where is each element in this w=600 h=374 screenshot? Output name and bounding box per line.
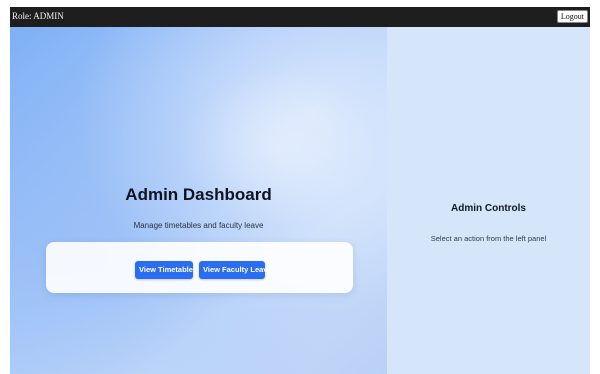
view-faculty-leave-button[interactable]: View Faculty Leave bbox=[199, 261, 272, 279]
action-card: View Timetables View Faculty Leave bbox=[46, 242, 353, 293]
top-bar: Role: ADMIN Logout bbox=[10, 7, 590, 27]
controls-subtitle: Select an action from the left panel bbox=[430, 234, 547, 243]
admin-controls-panel: Admin Controls Select an action from the… bbox=[387, 27, 590, 374]
role-label: Role: ADMIN bbox=[12, 11, 64, 21]
controls-title: Admin Controls bbox=[451, 203, 526, 214]
view-timetables-button[interactable]: View Timetables bbox=[135, 261, 197, 279]
logout-button[interactable]: Logout bbox=[556, 10, 588, 23]
dashboard-panel: Admin Dashboard Manage timetables and fa… bbox=[10, 27, 387, 374]
page-title: Admin Dashboard bbox=[125, 185, 272, 204]
page-subtitle: Manage timetables and faculty leave bbox=[133, 221, 264, 230]
